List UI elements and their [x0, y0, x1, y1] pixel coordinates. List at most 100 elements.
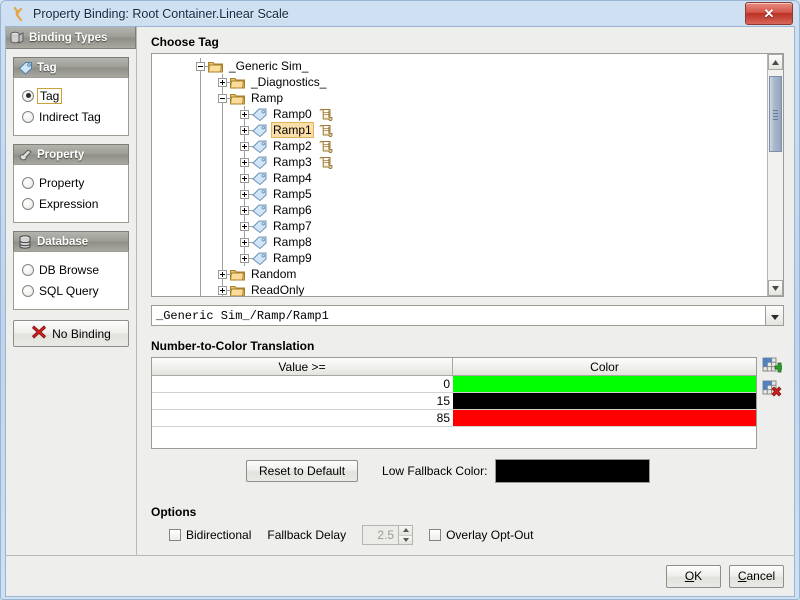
radio-sql-query-label: SQL Query — [39, 283, 99, 298]
table-cell-color[interactable] — [453, 393, 756, 409]
radio-sql-query[interactable]: SQL Query — [22, 280, 122, 301]
tree-line — [249, 146, 253, 147]
expand-icon[interactable] — [240, 157, 249, 167]
radio-indirect-tag[interactable]: Indirect Tag — [22, 106, 122, 127]
table-cell-value[interactable]: 15 — [152, 393, 453, 409]
tree-node[interactable]: ReadOnly — [152, 282, 767, 296]
scroll-track[interactable] — [768, 70, 783, 280]
bidirectional-checkbox[interactable] — [169, 529, 181, 541]
options-title: Options — [151, 505, 197, 519]
tree-node[interactable]: Ramp8 — [152, 234, 767, 250]
tag-path-dropdown-button[interactable] — [765, 305, 784, 326]
tree-node[interactable]: Ramp2 — [152, 138, 767, 154]
tree-scrollbar[interactable] — [767, 54, 783, 296]
tree-node[interactable]: Ramp5 — [152, 186, 767, 202]
radio-tag-indicator — [22, 89, 34, 102]
tree-line — [222, 138, 223, 154]
tag-path-row: _Generic Sim_/Ramp/Ramp1 — [151, 305, 784, 326]
delete-row-icon[interactable] — [762, 380, 782, 399]
tree-node[interactable]: Random — [152, 266, 767, 282]
tag-tree[interactable]: _Generic Sim_ _Diagnostics_ Ramp Ramp0 Ramp1… — [152, 54, 767, 296]
tree-line — [200, 250, 201, 266]
expand-icon[interactable] — [240, 205, 249, 215]
tree-line — [200, 218, 201, 234]
expand-icon[interactable] — [240, 109, 249, 119]
tree-line — [222, 122, 223, 138]
scroll-thumb[interactable] — [769, 76, 782, 152]
spinner-up-icon[interactable] — [398, 526, 413, 536]
tree-node[interactable]: Ramp6 — [152, 202, 767, 218]
cancel-button[interactable]: Cancel — [729, 564, 784, 588]
dialog-body: Binding Types Tag Tag Indirect Tag Prope… — [6, 27, 794, 555]
table-row[interactable]: 0 — [152, 376, 756, 393]
tree-line — [249, 226, 253, 227]
radio-tag[interactable]: Tag — [22, 85, 122, 106]
group-database-label: Database — [37, 235, 89, 248]
overlay-opt-out-label: Overlay Opt-Out — [446, 528, 534, 542]
tree-node[interactable]: Ramp3 — [152, 154, 767, 170]
table-row[interactable]: 85 — [152, 410, 756, 427]
group-tag-body: Tag Indirect Tag — [13, 77, 129, 136]
expand-icon[interactable] — [240, 173, 249, 183]
tree-line — [200, 202, 201, 218]
red-x-icon — [31, 324, 52, 343]
table-cell-color[interactable] — [453, 410, 756, 426]
tree-node[interactable]: Ramp9 — [152, 250, 767, 266]
expand-icon[interactable] — [218, 269, 227, 279]
collapse-icon[interactable] — [196, 61, 205, 71]
table-cell-value[interactable]: 0 — [152, 376, 453, 392]
tree-node-label: Ramp8 — [273, 235, 312, 249]
scroll-document-icon — [319, 140, 333, 153]
tree-line — [249, 114, 253, 115]
expand-icon[interactable] — [218, 77, 227, 87]
ok-button[interactable]: OK — [666, 564, 721, 588]
fallback-delay-arrows[interactable] — [398, 526, 413, 544]
tag-path-field[interactable]: _Generic Sim_/Ramp/Ramp1 — [151, 305, 765, 326]
tree-node[interactable]: Ramp — [152, 90, 767, 106]
tag-icon — [252, 172, 267, 185]
low-fallback-color-swatch[interactable] — [495, 459, 651, 483]
table-cell-value[interactable]: 85 — [152, 410, 453, 426]
number-to-color-title: Number-to-Color Translation — [151, 339, 315, 353]
tree-node[interactable]: Ramp1 — [152, 122, 767, 138]
no-binding-button[interactable]: No Binding — [13, 320, 129, 347]
tree-node-label: ReadOnly — [251, 283, 305, 296]
scroll-up-button[interactable] — [768, 54, 783, 70]
expand-icon[interactable] — [240, 125, 249, 135]
expand-icon[interactable] — [240, 221, 249, 231]
tree-node[interactable]: _Generic Sim_ — [152, 58, 767, 74]
radio-indirect-tag-label: Indirect Tag — [39, 109, 101, 124]
binding-types-label: Binding Types — [29, 31, 108, 44]
binding-types-sidebar: Binding Types Tag Tag Indirect Tag Prope… — [6, 27, 137, 555]
tree-node-label: Ramp0 — [273, 107, 312, 121]
table-row[interactable]: 15 — [152, 393, 756, 410]
fallback-delay-spinner[interactable]: 2.5 — [362, 525, 414, 545]
main-content: Choose Tag _Generic Sim_ _Diagnostics_ Ram… — [137, 27, 794, 555]
overlay-opt-out-checkbox[interactable] — [429, 529, 442, 541]
tree-node[interactable]: Ramp7 — [152, 218, 767, 234]
radio-expression[interactable]: Expression — [22, 193, 122, 214]
tree-node[interactable]: Ramp4 — [152, 170, 767, 186]
dialog-client: Binding Types Tag Tag Indirect Tag Prope… — [5, 26, 795, 597]
number-to-color-row: Value >= Color 0 15 85 — [151, 357, 785, 449]
collapse-icon[interactable] — [218, 93, 227, 103]
spinner-down-icon[interactable] — [398, 535, 413, 544]
tree-line — [222, 154, 223, 170]
expand-icon[interactable] — [240, 141, 249, 151]
scroll-down-button[interactable] — [768, 280, 783, 296]
tree-node-label: Ramp1 — [271, 122, 314, 138]
radio-db-browse[interactable]: DB Browse — [22, 259, 122, 280]
tree-node[interactable]: Ramp0 — [152, 106, 767, 122]
tree-node[interactable]: _Diagnostics_ — [152, 74, 767, 90]
radio-property[interactable]: Property — [22, 172, 122, 193]
expand-icon[interactable] — [240, 253, 249, 263]
close-button[interactable]: ✕ — [745, 2, 793, 25]
tree-node-label: _Diagnostics_ — [251, 75, 327, 89]
expand-icon[interactable] — [240, 237, 249, 247]
expand-icon[interactable] — [218, 285, 227, 295]
table-cell-color[interactable] — [453, 376, 756, 392]
reset-to-default-button[interactable]: Reset to Default — [246, 460, 359, 482]
expand-icon[interactable] — [240, 189, 249, 199]
property-icon — [18, 148, 33, 162]
add-row-icon[interactable] — [762, 357, 785, 376]
